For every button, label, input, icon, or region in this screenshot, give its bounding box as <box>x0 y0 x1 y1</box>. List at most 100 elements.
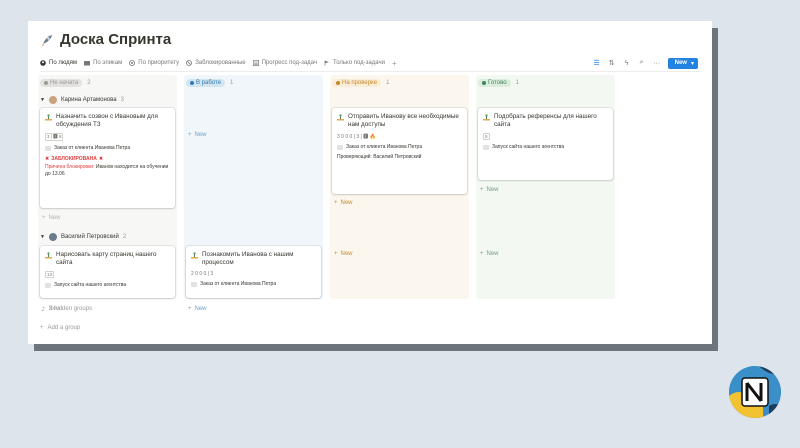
avatar <box>48 96 57 104</box>
add-new-button[interactable]: + New <box>480 251 499 257</box>
folder-icon <box>84 61 91 66</box>
status-label: Готово <box>488 80 507 86</box>
add-new-label: New <box>486 187 499 193</box>
group-count: 3 <box>120 97 124 103</box>
column-header-gotovo[interactable]: Готово 1 <box>478 79 519 87</box>
chevron-right-icon: ⌄ <box>40 307 46 313</box>
tab-label: Только под-задачи <box>333 60 385 66</box>
card-relation[interactable]: Запуск сайта нашего агентства <box>483 144 608 150</box>
add-new-button[interactable]: + New <box>334 251 353 257</box>
add-new-button[interactable]: + New <box>480 187 499 193</box>
card-relation[interactable]: Заказ от клиента Иванова Петра <box>45 145 170 151</box>
task-card[interactable]: Отправить Иванову все необходимые нам до… <box>332 108 467 194</box>
status-pill: Готово <box>478 79 511 87</box>
group-header-karina[interactable]: ▼ Карина Артамонова 3 <box>40 96 124 104</box>
tab-label: По приоритету <box>138 60 180 66</box>
add-view-button[interactable]: + <box>392 59 397 68</box>
plus-icon: + <box>480 251 484 257</box>
column-count: 1 <box>515 80 519 86</box>
tab-po-prioritetu[interactable]: По приоритету <box>129 60 179 66</box>
sort-icon[interactable]: ⇅ <box>608 59 616 67</box>
card-relation[interactable]: Запуск сайта нашего агентства <box>45 282 170 288</box>
plus-icon: + <box>188 132 192 138</box>
status-dot <box>44 81 48 85</box>
avatar <box>48 233 57 241</box>
tab-zablokirovannye[interactable]: Заблокированные <box>186 60 246 66</box>
group-name: Карина Артамонова <box>60 97 117 103</box>
add-new-button[interactable]: + New <box>188 306 207 312</box>
view-tabs: По людям По эпикам По приоритету Заблоки… <box>40 56 698 70</box>
card-title: Подобрать референсы для нашего сайта <box>494 113 597 128</box>
card-title: Назначить созвон с Ивановым для обсужден… <box>56 113 158 128</box>
group-name: Василий Петровский <box>60 234 119 240</box>
group-count: 2 <box>122 234 127 240</box>
status-dot <box>190 81 194 85</box>
add-new-label: New <box>340 251 353 257</box>
page-link-icon <box>337 144 343 150</box>
column-header-ne-nachata[interactable]: Не начата 2 <box>40 79 91 87</box>
chevron-down-icon[interactable]: ▾ <box>691 60 694 67</box>
priority-icon <box>129 60 136 66</box>
rocket-icon <box>40 33 54 47</box>
tab-progress-pod-zadach[interactable]: Прогресс под-задач <box>252 60 317 66</box>
reviewer-label: Проверяющий: Василий Петровский <box>337 154 422 160</box>
flag-icon <box>324 60 329 66</box>
estimate-badge: 13 <box>45 271 55 278</box>
relation-label: Заказ от клиента Иванова Петра <box>346 144 423 150</box>
tab-tolko-pod-zadachi[interactable]: Только под-задачи <box>324 60 385 66</box>
view-tools: ☰ ⇅ ϟ ⌕ ··· New ▾ <box>593 57 698 69</box>
add-group-label: Add a group <box>47 325 81 331</box>
task-card[interactable]: Назначить созвон с Ивановым для обсужден… <box>40 108 175 208</box>
search-icon[interactable]: ⌕ <box>638 59 646 67</box>
status-label: В работе <box>196 80 222 86</box>
add-new-button[interactable]: + New <box>42 215 61 221</box>
card-relation[interactable]: Заказ от клиента Иванова Петра <box>191 281 316 287</box>
column-header-v-rabote[interactable]: В работе 1 <box>186 79 233 87</box>
column-header-na-proverke[interactable]: На проверке 1 <box>332 79 389 87</box>
add-new-button[interactable]: + New <box>188 132 207 138</box>
column-count: 1 <box>386 80 390 86</box>
filter-icon[interactable]: ☰ <box>593 59 601 67</box>
add-new-label: New <box>340 200 353 206</box>
card-relation[interactable]: Заказ от клиента Иванова Петра <box>337 144 462 150</box>
tab-po-lyudyam[interactable]: По людям <box>40 60 77 66</box>
blocked-flag: ✖ ЗАБЛОКИРОВАНА ✖ <box>45 156 170 162</box>
add-new-button[interactable]: + New <box>334 200 353 206</box>
caret-down-icon[interactable]: ▼ <box>40 97 45 103</box>
task-card[interactable]: Нарисовать карту страниц нашего сайта 13… <box>40 246 175 298</box>
hidden-groups-toggle[interactable]: ⌄ 3 hidden groups <box>40 306 92 313</box>
plus-icon: + <box>480 187 484 193</box>
relation-label: Заказ от клиента Иванова Петра <box>200 281 277 287</box>
add-group-button[interactable]: + Add a group <box>40 325 80 331</box>
task-card[interactable]: Познакомить Иванова с нашим процессом 2 … <box>186 246 321 298</box>
more-icon[interactable]: ··· <box>653 60 661 67</box>
group-header-vasiliy[interactable]: ▼ Василий Петровский 2 <box>40 233 126 241</box>
task-icon <box>191 252 198 259</box>
hidden-groups-label: 3 hidden groups <box>49 306 93 312</box>
card-title-row: Нарисовать карту страниц нашего сайта <box>45 251 170 267</box>
estimate-badge: 3 0 0 0 | 3 | 🅸 🔥 <box>337 134 376 140</box>
status-pill: Не начата <box>40 79 83 87</box>
blocked-icon <box>186 60 193 66</box>
task-icon <box>45 114 52 121</box>
plus-icon: + <box>334 251 338 257</box>
add-new-label: New <box>194 306 207 312</box>
caret-down-icon[interactable]: ▼ <box>40 234 45 240</box>
card-title-row: Назначить созвон с Ивановым для обсужден… <box>45 113 170 129</box>
page-link-icon <box>483 144 489 150</box>
card-title: Познакомить Иванова с нашим процессом <box>202 251 294 266</box>
title-row: Доска Спринта <box>40 31 171 48</box>
plus-icon: + <box>42 215 46 221</box>
status-dot <box>336 81 340 85</box>
automation-icon[interactable]: ϟ <box>623 60 631 67</box>
board: Не начата 2 В работе 1 На проверке 1 Гот… <box>36 75 696 325</box>
tab-po-epikam[interactable]: По эпикам <box>84 60 122 66</box>
add-new-label: New <box>194 132 207 138</box>
task-card[interactable]: Подобрать референсы для нашего сайта 5 З… <box>478 108 613 180</box>
page-title: Доска Спринта <box>60 31 172 48</box>
cross-icon: ✖ <box>45 156 50 162</box>
new-button[interactable]: New ▾ <box>667 57 698 69</box>
divider <box>40 71 700 72</box>
tab-label: По эпикам <box>93 60 123 66</box>
relation-label: Запуск сайта нашего агентства <box>54 282 127 288</box>
